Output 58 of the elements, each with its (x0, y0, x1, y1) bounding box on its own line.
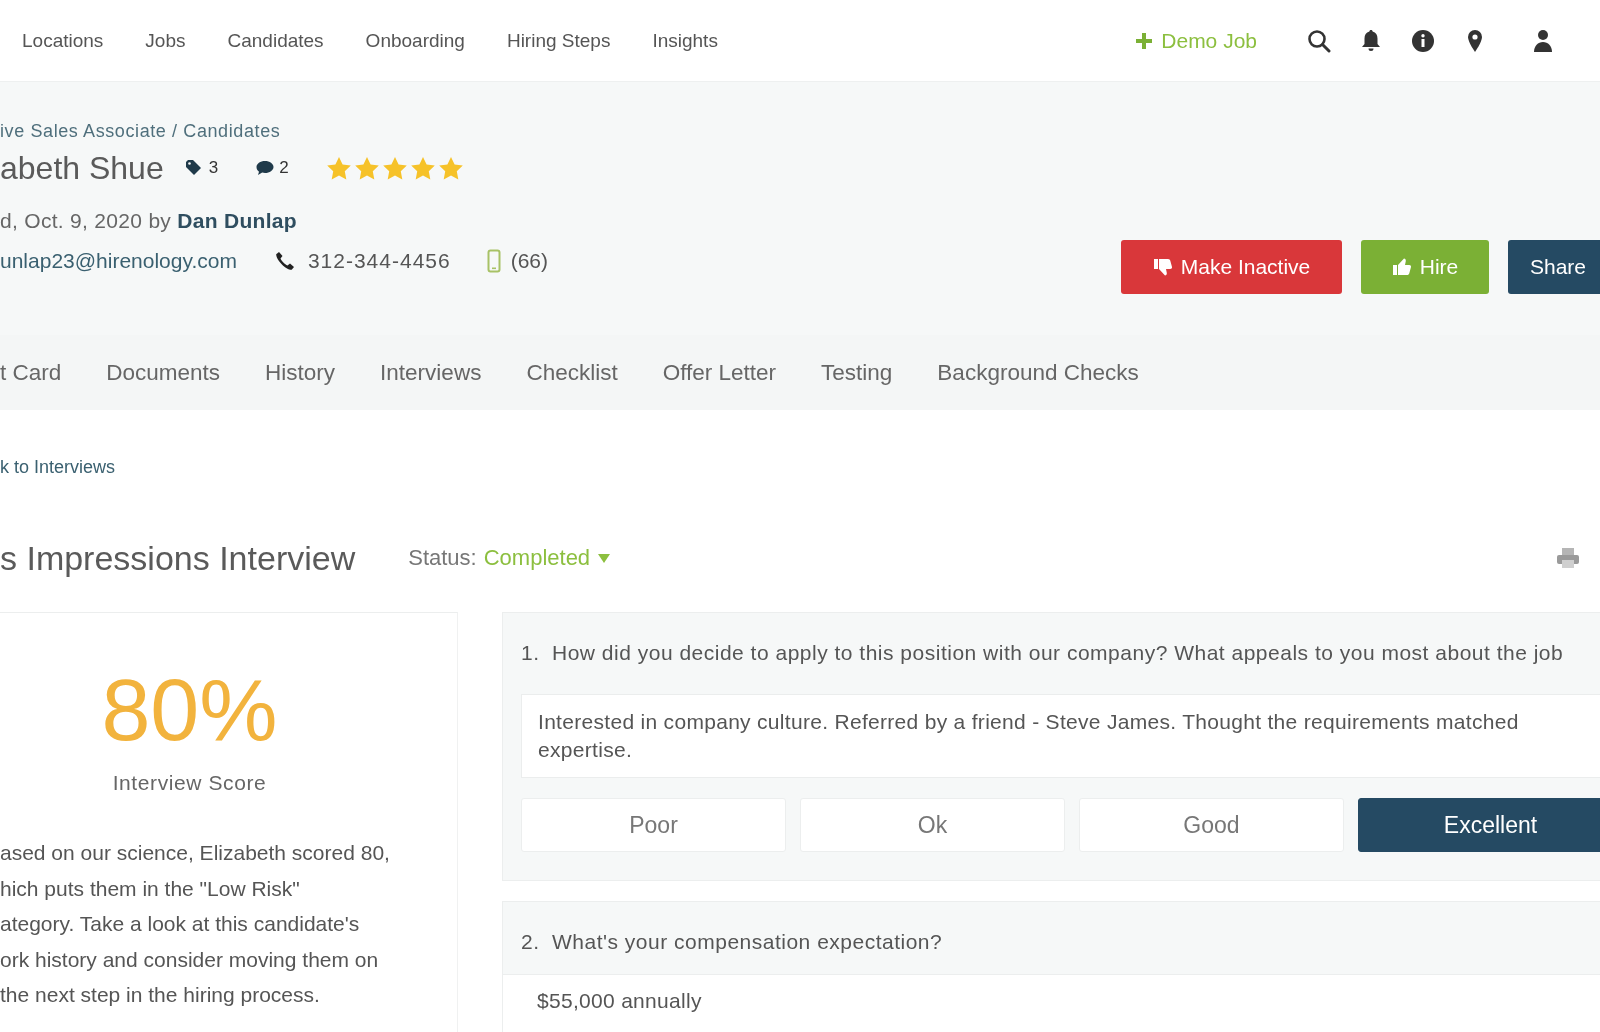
nav-link[interactable]: Candidates (227, 29, 324, 52)
nav-link[interactable]: Locations (22, 29, 104, 52)
printer-icon[interactable] (1556, 547, 1580, 569)
star-icon (438, 156, 463, 180)
thumbs-down-icon (1152, 257, 1173, 277)
caret-icon (598, 553, 611, 563)
tag-count: 3 (208, 158, 219, 178)
nav-link[interactable]: Insights (652, 29, 718, 52)
nav-link[interactable]: Onboarding (365, 29, 465, 52)
question-number: 1. (521, 640, 541, 666)
info-icon[interactable] (1411, 28, 1435, 53)
comment-count: 2 (279, 158, 289, 178)
user-link[interactable]: Dan Dunlap (177, 209, 297, 232)
rating-button[interactable]: Excellent (1358, 798, 1600, 852)
email-link[interactable]: unlap23@hirenology.com (0, 249, 237, 273)
mobile-phone-icon (486, 249, 501, 273)
back-link[interactable]: k to Interviews (0, 455, 116, 479)
question-text: What's your compensation expectation? (552, 929, 943, 955)
tab[interactable]: Background Checks (937, 359, 1139, 386)
nav-link[interactable]: Hiring Steps (506, 29, 611, 52)
question-number: 2. (521, 929, 541, 955)
tab[interactable]: Checklist (526, 359, 618, 386)
candidate-name: abeth Shue (0, 149, 164, 187)
tag-icon (185, 160, 204, 176)
interview-score: 80% (100, 665, 279, 755)
added-info: d, Oct. 9, 2020 by Dan Dunlap (0, 208, 297, 234)
user-icon[interactable] (1531, 28, 1555, 53)
answer-text: $55,000 annually (503, 974, 1600, 1032)
tab[interactable]: History (265, 359, 336, 386)
question-text: How did you decide to apply to this position with our company? What appeals to you most about the job (552, 640, 1564, 666)
star-icon (354, 156, 379, 180)
nav-link[interactable]: Jobs (145, 29, 186, 52)
answer-box[interactable]: Interested in company culture. Referred by a friend - Steve James. Thought the requirements matched expertise. (521, 694, 1600, 778)
rating-button[interactable]: Ok (800, 798, 1065, 852)
breadcrumb[interactable]: ive Sales Associate / Candidates (0, 121, 281, 141)
phone-icon (274, 251, 295, 271)
tab[interactable]: Offer Letter (662, 359, 777, 386)
star-icon (382, 156, 407, 180)
mobile-number: (66) (510, 249, 549, 273)
plus-icon (1136, 32, 1153, 49)
comment-icon (256, 160, 275, 176)
status-label: Status: (408, 545, 477, 571)
star-icon (410, 156, 435, 180)
share-button[interactable]: Share (1508, 240, 1600, 294)
tab[interactable]: Documents (106, 359, 221, 386)
thumbs-up-icon (1391, 257, 1412, 277)
tab[interactable]: t Card (0, 359, 62, 386)
tab[interactable]: Interviews (380, 359, 482, 386)
interview-title: s Impressions Interview (0, 538, 356, 578)
phone-number: 312-344-4456 (307, 249, 451, 273)
rating-button[interactable]: Poor (521, 798, 786, 852)
score-summary: ased on our science, Elizabeth scored 80, hich puts them in the "Low Risk" ategory. Take a look at this candidate's ork history and consider moving them on the next step in the hiring process. (0, 840, 390, 1008)
bell-icon[interactable] (1359, 28, 1383, 53)
search-icon[interactable] (1307, 28, 1331, 53)
tab[interactable]: Testing (821, 359, 893, 386)
score-label: Interview Score (111, 770, 268, 796)
star-icon (326, 156, 351, 180)
rating-button[interactable]: Good (1079, 798, 1344, 852)
